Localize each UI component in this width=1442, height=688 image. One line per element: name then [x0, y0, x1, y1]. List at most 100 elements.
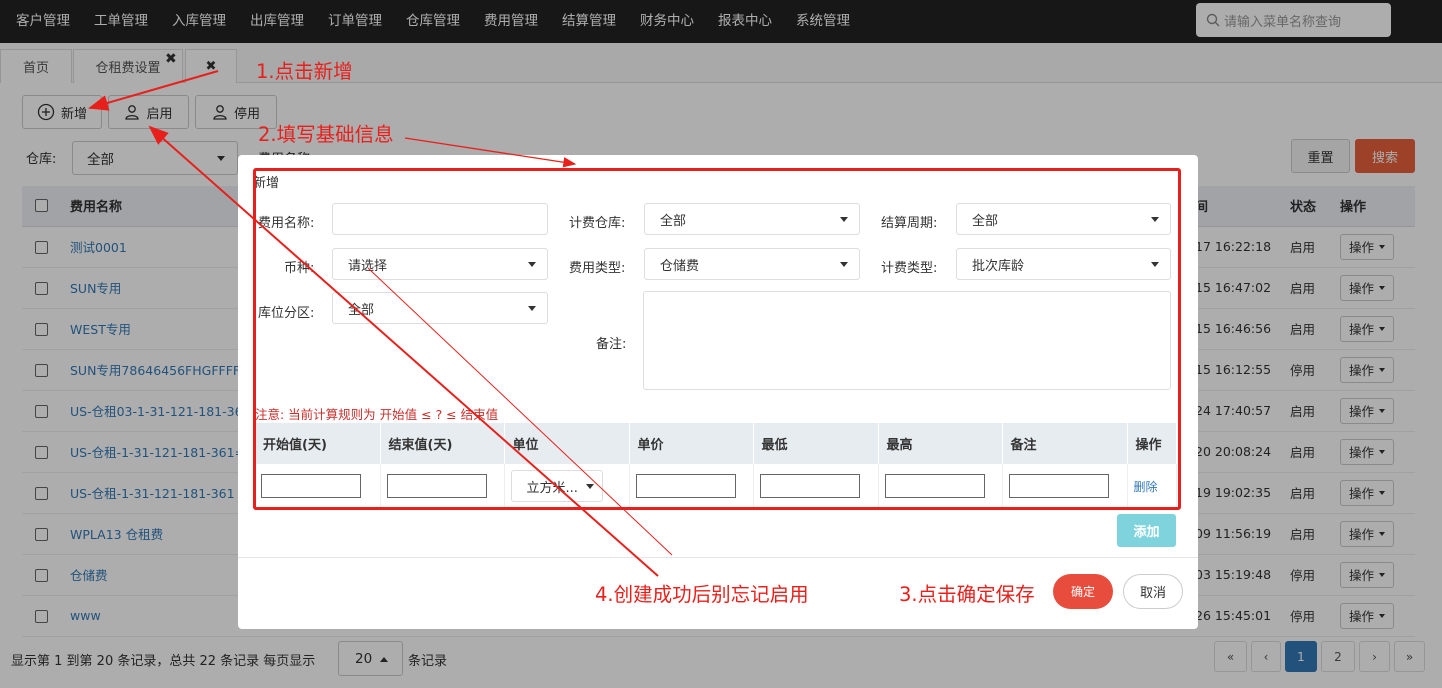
row-op-dropdown[interactable]: 操作 — [1340, 397, 1395, 424]
row-checkbox[interactable] — [35, 487, 48, 500]
reset-button[interactable]: 重置 — [1291, 139, 1350, 173]
time-cell: 19 19:02:35 — [1187, 472, 1282, 514]
row-select-cell — [22, 390, 62, 432]
page-size-select[interactable]: 20 — [338, 641, 403, 676]
fee-name-link[interactable]: US-仓租03-1-31-121-181-361 — [70, 404, 251, 419]
warehouse-filter-select[interactable]: 全部 — [72, 141, 238, 175]
settle-period-select[interactable]: 全部 — [956, 203, 1171, 235]
row-op-dropdown[interactable]: 操作 — [1340, 274, 1395, 301]
nav-warehouse[interactable]: 仓库管理 — [394, 0, 472, 43]
nav-settlement[interactable]: 结算管理 — [550, 0, 628, 43]
cancel-button[interactable]: 取消 — [1123, 574, 1183, 609]
pager-next[interactable]: › — [1359, 641, 1390, 672]
row-checkbox[interactable] — [35, 282, 48, 295]
row-checkbox[interactable] — [35, 364, 48, 377]
delete-row-link[interactable]: 删除 — [1134, 480, 1158, 494]
select-all-checkbox[interactable] — [35, 199, 48, 213]
tab-close-icon[interactable]: ✖ — [165, 51, 177, 67]
nav-fee[interactable]: 费用管理 — [472, 0, 550, 43]
row-op-dropdown[interactable]: 操作 — [1340, 315, 1395, 342]
fee-name-link[interactable]: US-仓租-1-31-121-181-361 — [70, 486, 235, 501]
header-time[interactable]: 间 — [1187, 186, 1282, 227]
calc-type-select[interactable]: 批次库龄 — [956, 248, 1171, 280]
pager-last[interactable]: » — [1394, 641, 1425, 672]
enable-button[interactable]: 启用 — [108, 95, 189, 129]
add-button-label: 新增 — [60, 106, 87, 122]
row-op-dropdown[interactable]: 操作 — [1340, 479, 1395, 506]
nav-workorder[interactable]: 工单管理 — [82, 0, 160, 43]
row-checkbox[interactable] — [35, 241, 48, 254]
status-cell: 停用 — [1282, 349, 1332, 391]
nav-inbound[interactable]: 入库管理 — [160, 0, 238, 43]
status-cell: 启用 — [1282, 513, 1332, 555]
menu-search-input[interactable]: 请输入菜单名称查询 — [1196, 3, 1391, 37]
nav-customer[interactable]: 客户管理 — [0, 0, 82, 43]
warehouse-filter-label: 仓库: — [26, 152, 57, 167]
row-op-dropdown[interactable]: 操作 — [1340, 561, 1395, 588]
row-checkbox[interactable] — [35, 528, 48, 541]
time-cell: 26 15:45:01 — [1187, 595, 1282, 637]
fee-name-link[interactable]: 测试0001 — [70, 240, 127, 255]
row-checkbox[interactable] — [35, 323, 48, 336]
chevron-down-icon — [1379, 613, 1386, 618]
row-select-cell — [22, 595, 62, 637]
zone-select[interactable]: 全部 — [332, 292, 548, 324]
fee-name-link[interactable]: www — [70, 608, 101, 623]
row-op-dropdown[interactable]: 操作 — [1340, 356, 1395, 383]
fee-type-label: 费用类型: — [569, 261, 626, 276]
search-button[interactable]: 搜索 — [1355, 139, 1415, 173]
fee-name-link[interactable]: WPLA13 仓租费 — [70, 527, 163, 542]
confirm-button[interactable]: 确定 — [1053, 574, 1113, 609]
row-select-cell — [22, 554, 62, 596]
row-op-dropdown[interactable]: 操作 — [1340, 520, 1395, 547]
fee-name-link[interactable]: WEST专用 — [70, 322, 131, 337]
row-op-label: 操作 — [1349, 609, 1375, 624]
row-op-dropdown[interactable]: 操作 — [1340, 438, 1395, 465]
row-checkbox[interactable] — [35, 446, 48, 459]
max-input[interactable] — [884, 474, 985, 499]
row-checkbox[interactable] — [35, 405, 48, 418]
fee-type-select[interactable]: 仓储费 — [644, 248, 860, 280]
pager-page-2[interactable]: 2 — [1321, 641, 1355, 672]
fee-name-link[interactable]: US-仓租-1-31-121-181-361=0 — [70, 445, 253, 460]
row-op-dropdown[interactable]: 操作 — [1340, 233, 1395, 260]
modal-footer-divider — [238, 557, 1198, 558]
close-all-icon[interactable]: ✖ — [206, 59, 217, 74]
fee-name-input[interactable] — [332, 203, 548, 235]
pager-first[interactable]: « — [1214, 641, 1247, 672]
chevron-down-icon — [1379, 285, 1386, 290]
start-value-input[interactable] — [261, 474, 361, 499]
nav-outbound[interactable]: 出库管理 — [238, 0, 316, 43]
pager-prev[interactable]: ‹ — [1251, 641, 1281, 672]
nav-system[interactable]: 系统管理 — [784, 0, 862, 43]
chevron-down-icon — [1379, 490, 1386, 495]
nav-order[interactable]: 订单管理 — [316, 0, 394, 43]
min-input[interactable] — [759, 474, 860, 499]
pager-page-1[interactable]: 1 — [1285, 641, 1317, 672]
menu-search-placeholder: 请输入菜单名称查询 — [1224, 14, 1342, 30]
row-checkbox[interactable] — [35, 610, 48, 623]
tab-extra[interactable]: ✖ — [185, 49, 237, 83]
col-start: 开始值(天) — [255, 423, 381, 464]
row-checkbox[interactable] — [35, 569, 48, 582]
add-row-button[interactable]: 添加 — [1117, 514, 1176, 547]
currency-select[interactable]: 请选择 — [332, 248, 548, 280]
tab-home[interactable]: 首页 — [0, 49, 72, 83]
row-op-dropdown[interactable]: 操作 — [1340, 602, 1395, 629]
fee-name-link[interactable]: 仓储费 — [70, 568, 108, 583]
header-status[interactable]: 状态 — [1282, 186, 1332, 227]
col-price: 单价 — [629, 423, 754, 464]
unit-select[interactable]: 立方米... — [510, 470, 603, 503]
row-op-label: 操作 — [1349, 363, 1375, 378]
fee-name-link[interactable]: SUN专用 — [70, 281, 121, 296]
nav-finance[interactable]: 财务中心 — [628, 0, 706, 43]
fee-name-link[interactable]: SUN专用78646456FHGFFFFFF — [70, 363, 254, 378]
calc-warehouse-select[interactable]: 全部 — [644, 203, 860, 235]
end-value-input[interactable] — [386, 474, 487, 499]
add-button[interactable]: 新增 — [22, 95, 102, 129]
price-input[interactable] — [635, 474, 736, 499]
remark-label: 备注: — [596, 337, 627, 352]
nav-report[interactable]: 报表中心 — [706, 0, 784, 43]
remark-textarea[interactable] — [643, 291, 1171, 390]
row-remark-input[interactable] — [1008, 474, 1109, 499]
